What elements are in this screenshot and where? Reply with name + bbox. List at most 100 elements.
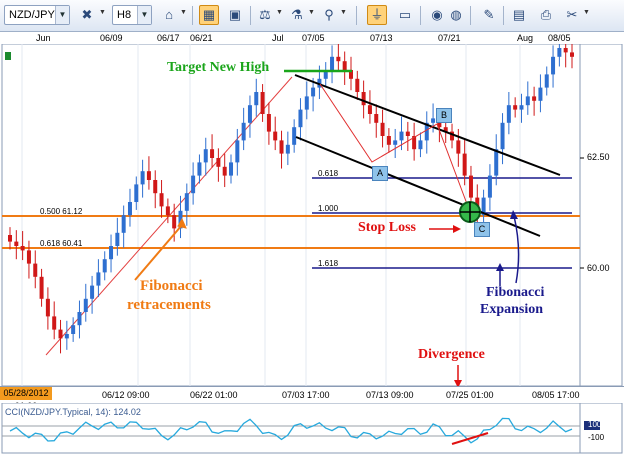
chevron-down-icon[interactable]: ▼ [180, 9, 187, 16]
candle-body [532, 96, 537, 101]
chevron-down-icon[interactable]: ▼ [340, 9, 347, 16]
indicators-icon[interactable]: ⚖ [256, 6, 274, 24]
toolbar: NZD/JPY ▼ ✖ ▼ H8 ▼ ⌂ ▼ ▦ ▣ ⚖ ▼ ⚗ ▼ ⚲ ▼ ⏚… [0, 0, 624, 32]
candle-body [33, 263, 38, 277]
candle-body [83, 298, 88, 312]
globe-icon[interactable]: ◍ [447, 6, 465, 24]
separator [356, 6, 357, 25]
candle-body [519, 105, 524, 110]
candle-body [20, 246, 25, 251]
candle-body [279, 140, 284, 154]
expansion-level-label: 1.000 [318, 204, 339, 213]
chevron-down-icon[interactable]: ▼ [55, 6, 69, 24]
retracement-level-label: 0.618 60.41 [40, 239, 83, 248]
data-window-icon[interactable]: ▣ [226, 6, 244, 24]
candle-body [298, 109, 303, 128]
currency-icon[interactable]: ✖ [78, 6, 96, 24]
chevron-down-icon[interactable]: ▼ [137, 6, 151, 24]
top-date-label: 07/05 [302, 33, 325, 43]
timeframe-select[interactable]: H8 ▼ [112, 5, 152, 25]
candle-body [374, 114, 379, 123]
candle-body [216, 158, 221, 167]
candle-body [431, 118, 436, 123]
candle-body [45, 298, 50, 317]
print-icon[interactable]: ⎙ [537, 6, 555, 24]
separator [250, 6, 251, 25]
candle-body [355, 78, 360, 92]
candle-body [102, 259, 107, 273]
top-date-label: 06/09 [100, 33, 123, 43]
fib-retracement-annotation-line1: Fibonacci [140, 278, 203, 294]
chart-type-icon[interactable]: ⌂ [160, 6, 178, 24]
chevron-down-icon[interactable]: ▼ [99, 9, 106, 16]
zoom-icon[interactable]: ⚲ [320, 6, 338, 24]
fib-expansion-annotation-line1: Fibonacci [486, 285, 545, 300]
note-icon[interactable]: ▭ [396, 6, 414, 24]
candle-body [342, 61, 347, 70]
expansion-level-label: 0.618 [318, 169, 339, 178]
candle-body [115, 232, 120, 246]
studies-icon[interactable]: ⚗ [288, 6, 306, 24]
separator [503, 6, 504, 25]
candle-body [241, 122, 246, 141]
stop-loss-annotation: Stop Loss [358, 220, 416, 235]
price-chart[interactable] [0, 44, 624, 386]
chevron-down-icon[interactable]: ▼ [276, 9, 283, 16]
candle-body [210, 149, 215, 158]
candle-body [254, 92, 259, 106]
candle-body [203, 149, 208, 163]
crosshair-icon[interactable]: ▦ [199, 5, 219, 25]
candle-body [557, 48, 562, 57]
candle-body [418, 140, 423, 150]
point-b-label: B [436, 108, 452, 123]
candle-body [525, 96, 530, 106]
eye-icon[interactable]: ◉ [428, 6, 446, 24]
cci-tick-label: 100 [588, 420, 602, 429]
chevron-down-icon[interactable]: ▼ [308, 9, 315, 16]
candle-body [39, 276, 44, 299]
candle-body [399, 131, 404, 141]
candle-body [109, 246, 114, 260]
timeframe-value: H8 [117, 9, 132, 21]
candle-body [153, 180, 158, 194]
retracement-level-label: 0.500 61.12 [40, 207, 83, 216]
tools-icon[interactable]: ✂ [563, 6, 581, 24]
candle-body [26, 250, 31, 264]
candle-body [260, 92, 265, 114]
cci-label: CCI(NZD/JPY.Typical, 14): 124.02 [5, 407, 141, 417]
time-label: 07/13 09:00 [366, 390, 414, 400]
candle-body [311, 87, 316, 97]
top-date-label: 07/13 [370, 33, 393, 43]
fib-expansion-annotation-line2: Expansion [480, 302, 544, 317]
candle-body [134, 184, 139, 202]
candle-body [513, 105, 518, 110]
candle-body [405, 131, 410, 136]
candle-body [96, 272, 101, 286]
top-date-label: 08/05 [548, 33, 571, 43]
candle-body [52, 316, 57, 330]
candle-body [235, 140, 240, 163]
symbol-select[interactable]: NZD/JPY ▼ [4, 5, 70, 25]
candle-body [222, 166, 227, 176]
ruler-icon[interactable]: ✎ [480, 6, 498, 24]
candle-body [165, 206, 170, 216]
candle-body [456, 140, 461, 154]
candle-body [273, 131, 278, 141]
top-date-label: Aug [517, 33, 534, 43]
chevron-down-icon[interactable]: ▼ [583, 9, 590, 16]
image-icon[interactable]: ▤ [510, 6, 528, 24]
candle-body [551, 56, 556, 75]
candle-body [197, 162, 202, 176]
candle-body [247, 105, 252, 123]
candle-body [468, 175, 473, 198]
candle-body [570, 52, 574, 57]
candle-body [304, 96, 309, 110]
candle-body [172, 215, 177, 229]
point-a-label: A [372, 166, 388, 181]
candle-body [184, 193, 189, 211]
candle-body [159, 193, 164, 207]
candle-body [71, 325, 76, 334]
drawing-tool-icon[interactable]: ⏚ [367, 5, 387, 25]
current-date-box: 05/28/2012 01:00 [0, 387, 52, 411]
candle-body [8, 235, 12, 242]
